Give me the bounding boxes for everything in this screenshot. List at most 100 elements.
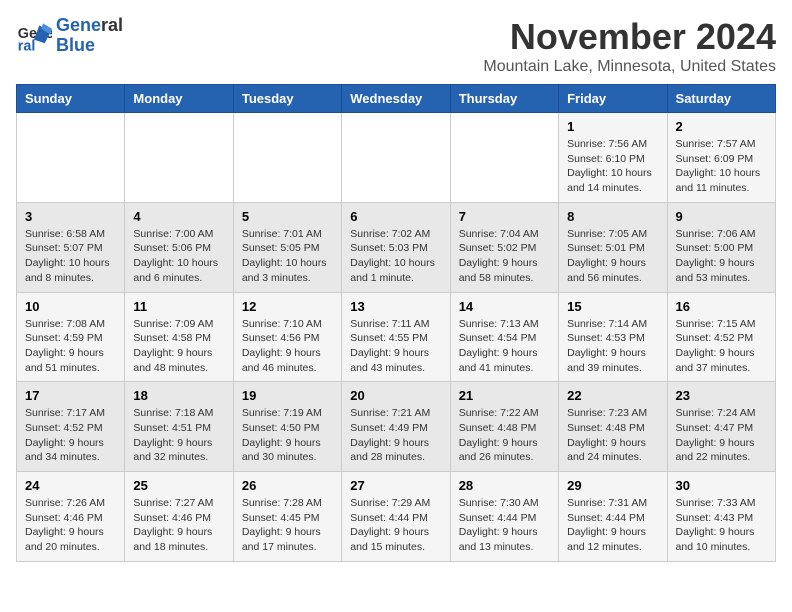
day-info: Sunrise: 6:58 AM Sunset: 5:07 PM Dayligh… [25, 227, 116, 286]
weekday-header-tuesday: Tuesday [233, 85, 341, 113]
calendar-cell: 11Sunrise: 7:09 AM Sunset: 4:58 PM Dayli… [125, 292, 233, 382]
day-info: Sunrise: 7:15 AM Sunset: 4:52 PM Dayligh… [676, 317, 767, 376]
calendar-cell: 5Sunrise: 7:01 AM Sunset: 5:05 PM Daylig… [233, 202, 341, 292]
day-info: Sunrise: 7:28 AM Sunset: 4:45 PM Dayligh… [242, 496, 333, 555]
day-number: 24 [25, 478, 116, 493]
calendar-cell: 16 Sunrise: 7:15 AM Sunset: 4:52 PM Dayli… [667, 292, 775, 382]
calendar-cell: 3 Sunrise: 6:58 AM Sunset: 5:07 PM Daylig… [17, 202, 125, 292]
day-info: Sunrise: 7:06 AM Sunset: 5:00 PM Dayligh… [676, 227, 767, 286]
page-header: Gene ral GeneralBlue November 2024 Mount… [16, 16, 776, 76]
day-info: Sunrise: 7:23 AM Sunset: 4:48 PM Dayligh… [567, 406, 658, 465]
day-number: 21 [459, 388, 550, 403]
calendar-cell: 29Sunrise: 7:31 AM Sunset: 4:44 PM Dayli… [559, 472, 667, 562]
day-info: Sunrise: 7:09 AM Sunset: 4:58 PM Dayligh… [133, 317, 224, 376]
weekday-header-friday: Friday [559, 85, 667, 113]
calendar-cell: 15 Sunrise: 7:14 AM Sunset: 4:53 PM Dayli… [559, 292, 667, 382]
calendar-cell: 14Sunrise: 7:13 AM Sunset: 4:54 PM Dayli… [450, 292, 558, 382]
day-info: Sunrise: 7:17 AM Sunset: 4:52 PM Dayligh… [25, 406, 116, 465]
day-number: 19 [242, 388, 333, 403]
calendar-cell: 18Sunrise: 7:18 AM Sunset: 4:51 PM Dayli… [125, 382, 233, 472]
calendar-week-row: 3 Sunrise: 6:58 AM Sunset: 5:07 PM Daylig… [17, 202, 776, 292]
day-info: Sunrise: 7:26 AM Sunset: 4:46 PM Dayligh… [25, 496, 116, 555]
svg-text:ral: ral [18, 38, 36, 54]
day-info: Sunrise: 7:19 AM Sunset: 4:50 PM Dayligh… [242, 406, 333, 465]
calendar-week-row: 24 Sunrise: 7:26 AM Sunset: 4:46 PM Dayli… [17, 472, 776, 562]
day-info: Sunrise: 7:05 AM Sunset: 5:01 PM Dayligh… [567, 227, 658, 286]
calendar-cell: 17 Sunrise: 7:17 AM Sunset: 4:52 PM Dayli… [17, 382, 125, 472]
day-number: 1 [567, 119, 658, 134]
day-info: Sunrise: 7:04 AM Sunset: 5:02 PM Dayligh… [459, 227, 550, 286]
day-info: Sunrise: 7:08 AM Sunset: 4:59 PM Dayligh… [25, 317, 116, 376]
day-number: 27 [350, 478, 441, 493]
calendar-cell [342, 113, 450, 203]
logo-blue: Blue [56, 35, 95, 55]
calendar-cell: 24 Sunrise: 7:26 AM Sunset: 4:46 PM Dayli… [17, 472, 125, 562]
day-info: Sunrise: 7:24 AM Sunset: 4:47 PM Dayligh… [676, 406, 767, 465]
logo: Gene ral GeneralBlue [16, 16, 123, 56]
day-number: 23 [676, 388, 767, 403]
day-info: Sunrise: 7:02 AM Sunset: 5:03 PM Dayligh… [350, 227, 441, 286]
calendar-cell: 23 Sunrise: 7:24 AM Sunset: 4:47 PM Dayli… [667, 382, 775, 472]
location-title: Mountain Lake, Minnesota, United States [483, 58, 776, 76]
day-info: Sunrise: 7:00 AM Sunset: 5:06 PM Dayligh… [133, 227, 224, 286]
day-number: 25 [133, 478, 224, 493]
day-info: Sunrise: 7:21 AM Sunset: 4:49 PM Dayligh… [350, 406, 441, 465]
day-info: Sunrise: 7:10 AM Sunset: 4:56 PM Dayligh… [242, 317, 333, 376]
day-number: 8 [567, 209, 658, 224]
day-info: Sunrise: 7:56 AM Sunset: 6:10 PM Dayligh… [567, 137, 658, 196]
weekday-header-monday: Monday [125, 85, 233, 113]
day-info: Sunrise: 7:29 AM Sunset: 4:44 PM Dayligh… [350, 496, 441, 555]
calendar-cell: 27 Sunrise: 7:29 AM Sunset: 4:44 PM Dayli… [342, 472, 450, 562]
day-info: Sunrise: 7:27 AM Sunset: 4:46 PM Dayligh… [133, 496, 224, 555]
calendar-cell: 21 Sunrise: 7:22 AM Sunset: 4:48 PM Dayli… [450, 382, 558, 472]
calendar-cell [450, 113, 558, 203]
calendar-week-row: 17 Sunrise: 7:17 AM Sunset: 4:52 PM Dayli… [17, 382, 776, 472]
day-number: 16 [676, 299, 767, 314]
calendar-cell: 12Sunrise: 7:10 AM Sunset: 4:56 PM Dayli… [233, 292, 341, 382]
calendar-cell: 8 Sunrise: 7:05 AM Sunset: 5:01 PM Daylig… [559, 202, 667, 292]
day-number: 4 [133, 209, 224, 224]
day-number: 7 [459, 209, 550, 224]
weekday-header-saturday: Saturday [667, 85, 775, 113]
calendar-cell: 9 Sunrise: 7:06 AM Sunset: 5:00 PM Daylig… [667, 202, 775, 292]
calendar-table: SundayMondayTuesdayWednesdayThursdayFrid… [16, 84, 776, 562]
calendar-cell: 25 Sunrise: 7:27 AM Sunset: 4:46 PM Dayli… [125, 472, 233, 562]
day-number: 14 [459, 299, 550, 314]
day-info: Sunrise: 7:31 AM Sunset: 4:44 PM Dayligh… [567, 496, 658, 555]
day-number: 13 [350, 299, 441, 314]
weekday-header-row: SundayMondayTuesdayWednesdayThursdayFrid… [17, 85, 776, 113]
weekday-header-thursday: Thursday [450, 85, 558, 113]
day-info: Sunrise: 7:22 AM Sunset: 4:48 PM Dayligh… [459, 406, 550, 465]
calendar-cell: 4 Sunrise: 7:00 AM Sunset: 5:06 PM Daylig… [125, 202, 233, 292]
weekday-header-wednesday: Wednesday [342, 85, 450, 113]
calendar-cell: 20 Sunrise: 7:21 AM Sunset: 4:49 PM Dayli… [342, 382, 450, 472]
day-number: 17 [25, 388, 116, 403]
day-number: 28 [459, 478, 550, 493]
day-number: 26 [242, 478, 333, 493]
day-number: 22 [567, 388, 658, 403]
day-number: 30 [676, 478, 767, 493]
logo-icon: Gene ral [16, 18, 52, 54]
calendar-cell: 28Sunrise: 7:30 AM Sunset: 4:44 PM Dayli… [450, 472, 558, 562]
day-number: 18 [133, 388, 224, 403]
day-info: Sunrise: 7:33 AM Sunset: 4:43 PM Dayligh… [676, 496, 767, 555]
calendar-cell: 6 Sunrise: 7:02 AM Sunset: 5:03 PM Daylig… [342, 202, 450, 292]
day-number: 3 [25, 209, 116, 224]
day-info: Sunrise: 7:14 AM Sunset: 4:53 PM Dayligh… [567, 317, 658, 376]
calendar-week-row: 10Sunrise: 7:08 AM Sunset: 4:59 PM Dayli… [17, 292, 776, 382]
day-number: 20 [350, 388, 441, 403]
day-info: Sunrise: 7:01 AM Sunset: 5:05 PM Dayligh… [242, 227, 333, 286]
month-title: November 2024 [483, 16, 776, 58]
logo-text: GeneralBlue [56, 16, 123, 56]
calendar-cell: 19 Sunrise: 7:19 AM Sunset: 4:50 PM Dayli… [233, 382, 341, 472]
calendar-week-row: 1 Sunrise: 7:56 AM Sunset: 6:10 PM Daylig… [17, 113, 776, 203]
calendar-cell: 13Sunrise: 7:11 AM Sunset: 4:55 PM Dayli… [342, 292, 450, 382]
calendar-cell: 7 Sunrise: 7:04 AM Sunset: 5:02 PM Daylig… [450, 202, 558, 292]
day-number: 6 [350, 209, 441, 224]
weekday-header-sunday: Sunday [17, 85, 125, 113]
day-number: 15 [567, 299, 658, 314]
title-section: November 2024 Mountain Lake, Minnesota, … [483, 16, 776, 76]
calendar-cell: 1 Sunrise: 7:56 AM Sunset: 6:10 PM Daylig… [559, 113, 667, 203]
calendar-cell [125, 113, 233, 203]
day-number: 9 [676, 209, 767, 224]
